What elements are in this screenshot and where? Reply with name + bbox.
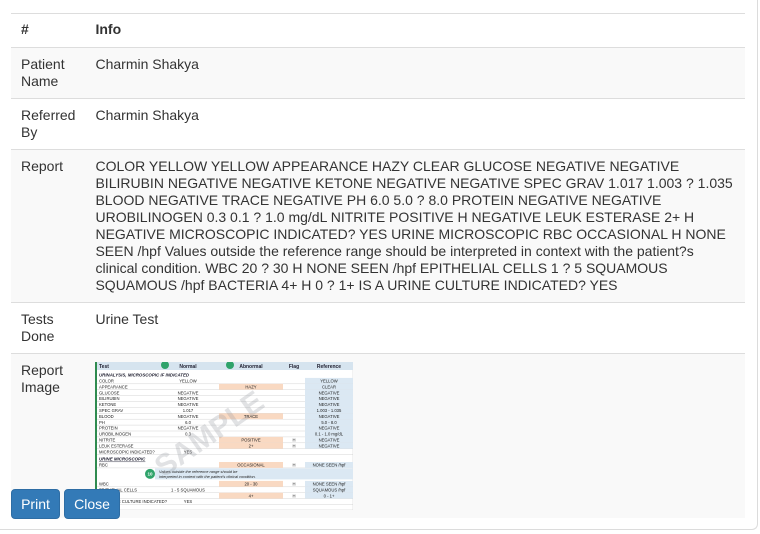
image-test-name: APPEARANCE xyxy=(99,384,128,389)
image-test-name: RBC xyxy=(99,463,108,468)
image-section-title: URINALYSIS, MICROSCOPIC IF INDICATED xyxy=(99,373,190,378)
referred-by-label: Referred By xyxy=(11,98,86,150)
image-test-name: MICROSCOPIC INDICATED? xyxy=(99,449,155,454)
image-test-name: WBC xyxy=(99,482,109,487)
image-test-name: UROBILINOGEN xyxy=(99,432,131,437)
referred-by-value: Charmin Shakya xyxy=(85,98,745,150)
image-reference-value: YELLOW xyxy=(321,379,339,384)
patient-info-table: # Info Patient Name Charmin Shakya Refer… xyxy=(11,13,745,518)
image-flag-value: H xyxy=(293,493,296,498)
image-reference-value: 1.003 - 1.035 xyxy=(317,408,342,413)
image-reference-value: NEGATIVE xyxy=(319,443,340,448)
image-abnormal-value: 4+ xyxy=(249,493,254,498)
image-note-number: 10 xyxy=(148,472,154,477)
image-header-bar xyxy=(95,362,354,370)
report-image-thumbnail[interactable]: Test Normal Abnormal Flag Reference URINALYSI… xyxy=(95,362,354,510)
tests-done-value: Urine Test xyxy=(85,302,745,354)
image-normal-value: 6.0 xyxy=(186,420,192,425)
image-reference-value: CLEAR xyxy=(322,384,336,389)
patient-name-value: Charmin Shakya xyxy=(85,47,745,99)
image-normal-value: NEGATIVE xyxy=(178,402,199,407)
image-header-cell: Normal xyxy=(180,364,198,370)
patient-name-label: Patient Name xyxy=(11,47,86,99)
image-header-cell: Test xyxy=(99,364,109,370)
image-test-name: KETONE xyxy=(99,402,116,407)
report-image-cell: Test Normal Abnormal Flag Reference URINALYSI… xyxy=(85,353,745,518)
image-abnormal-value: 2+ xyxy=(249,443,254,448)
image-reference-value: NEGATIVE xyxy=(319,438,340,443)
table-row-report: Report COLOR YELLOW YELLOW APPEARANCE HA… xyxy=(11,149,745,303)
image-left-stripe xyxy=(95,362,98,510)
close-button[interactable]: Close xyxy=(64,489,120,519)
image-reference-value: 0.1 - 1.0 mg/dL xyxy=(315,432,344,437)
image-abnormal-value: OCCASIONAL xyxy=(238,463,266,468)
column-header-info: Info xyxy=(85,13,745,48)
image-normal-value: YELLOW xyxy=(180,379,198,384)
image-test-name: LEUK ESTERASE xyxy=(99,443,134,448)
table-header-row: # Info xyxy=(11,13,745,48)
image-flag-value: H xyxy=(293,443,296,448)
print-button[interactable]: Print xyxy=(11,489,60,519)
image-reference-value: NEGATIVE xyxy=(319,396,340,401)
image-test-name: NITRITE xyxy=(99,438,115,443)
image-header-cell: Abnormal xyxy=(240,364,264,370)
tests-done-label: Tests Done xyxy=(11,302,86,354)
image-section-title: URINE MICROSCOPIC xyxy=(99,457,146,462)
image-reference-value: SQUAMOUS /hpf xyxy=(313,487,346,492)
image-header-cell: Flag xyxy=(289,364,299,370)
image-test-name: PH xyxy=(99,420,105,425)
image-test-name: PROTEIN xyxy=(99,426,118,431)
image-flag-value: H xyxy=(293,482,296,487)
image-reference-value: 5.0 - 8.0 xyxy=(322,420,338,425)
column-header-number: # xyxy=(11,13,86,48)
image-normal-value: NEGATIVE xyxy=(178,414,199,419)
image-header-cell: Reference xyxy=(317,364,341,370)
image-flag-value: H xyxy=(293,463,296,468)
image-reference-value: NONE SEEN /hpf xyxy=(313,482,347,487)
image-normal-value: 1 - 5 SQUAMOUS xyxy=(171,487,205,492)
image-abnormal-value: POSITIVE xyxy=(242,438,262,443)
image-flag-value: H xyxy=(293,438,296,443)
image-reference-value: 0 - 1+ xyxy=(324,493,335,498)
image-normal-value: 1.017 xyxy=(183,408,194,413)
image-reference-value: NEGATIVE xyxy=(319,426,340,431)
image-normal-value: NEGATIVE xyxy=(178,390,199,395)
image-reference-value: NEGATIVE xyxy=(319,402,340,407)
table-row-tests-done: Tests Done Urine Test xyxy=(11,302,745,354)
report-label: Report xyxy=(11,149,86,303)
table-row-referred-by: Referred By Charmin Shakya xyxy=(11,98,745,150)
image-test-name: GLUCOSE xyxy=(99,390,120,395)
image-reference-value: NEGATIVE xyxy=(319,390,340,395)
image-reference-value: NEGATIVE xyxy=(319,414,340,419)
table-row-patient-name: Patient Name Charmin Shakya xyxy=(11,47,745,99)
image-abnormal-value: 20 - 30 xyxy=(245,482,259,487)
image-test-name: BILIRUBIN xyxy=(99,396,119,401)
image-test-name: SPEC GRAV xyxy=(99,408,123,413)
image-reference-value: NONE SEEN /hpf xyxy=(313,463,347,468)
image-normal-value: YES xyxy=(184,499,193,504)
image-normal-value: NEGATIVE xyxy=(178,396,199,401)
image-test-name: BLOOD xyxy=(99,414,114,419)
report-value: COLOR YELLOW YELLOW APPEARANCE HAZY CLEA… xyxy=(85,149,745,303)
modal-panel: # Info Patient Name Charmin Shakya Refer… xyxy=(0,0,758,530)
table-row-report-image: Report Image Test Normal Abnormal Flag Refer… xyxy=(11,353,745,518)
image-test-name: COLOR xyxy=(99,379,114,384)
